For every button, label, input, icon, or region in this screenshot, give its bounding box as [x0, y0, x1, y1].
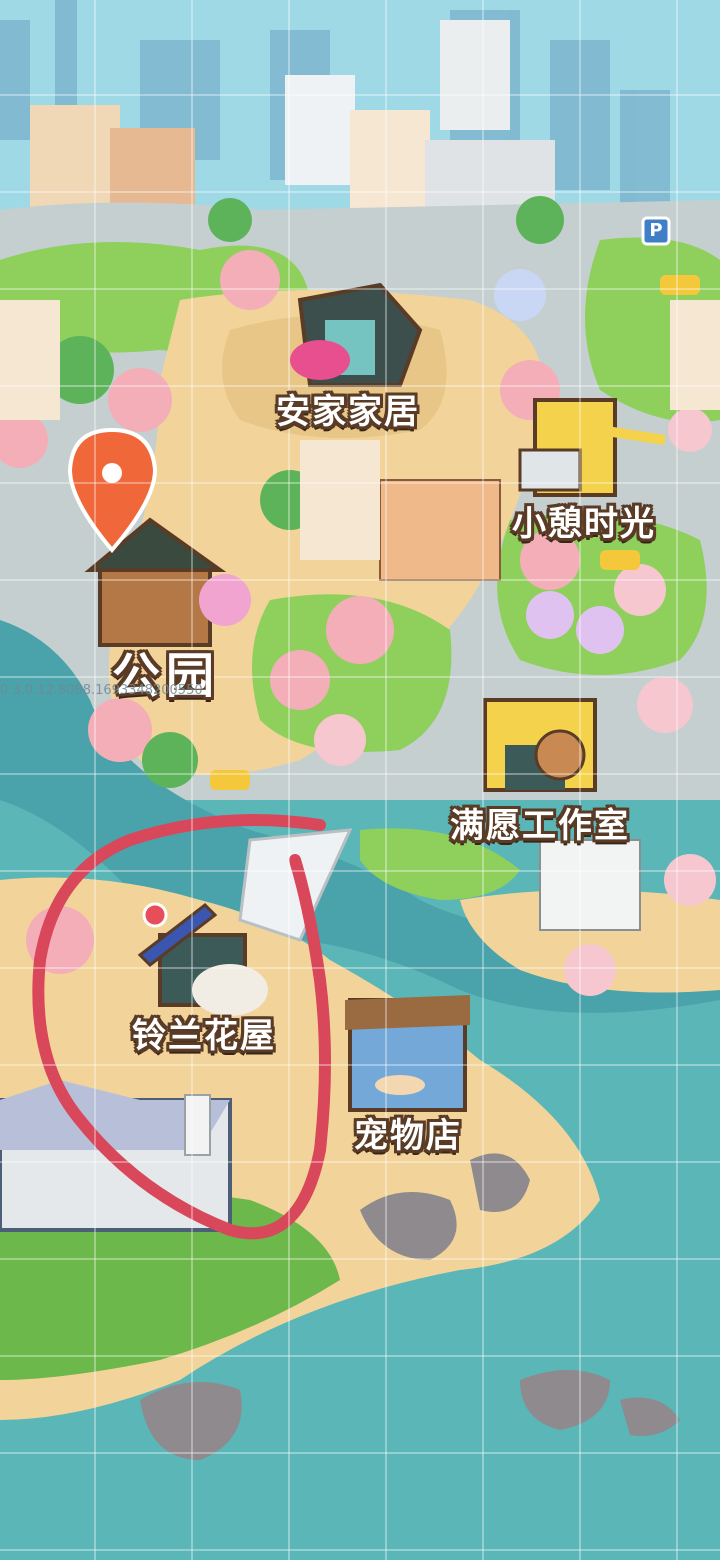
location-cafe[interactable]: 小憩时光 — [512, 496, 656, 545]
location-flower-shop[interactable]: 铃兰花屋 — [132, 1008, 276, 1057]
location-furniture-store[interactable]: 安家家居 — [276, 384, 420, 433]
town-map[interactable] — [0, 0, 720, 1560]
studio-icon — [483, 698, 597, 792]
pet-shop-icon — [345, 995, 470, 1112]
version-text: 0.3.0.12.8088.1693348200550 — [0, 683, 203, 698]
parking-sign-label: P — [649, 220, 663, 241]
location-pet-shop[interactable]: 宠物店 — [354, 1108, 462, 1157]
location-studio[interactable]: 满愿工作室 — [450, 798, 630, 847]
